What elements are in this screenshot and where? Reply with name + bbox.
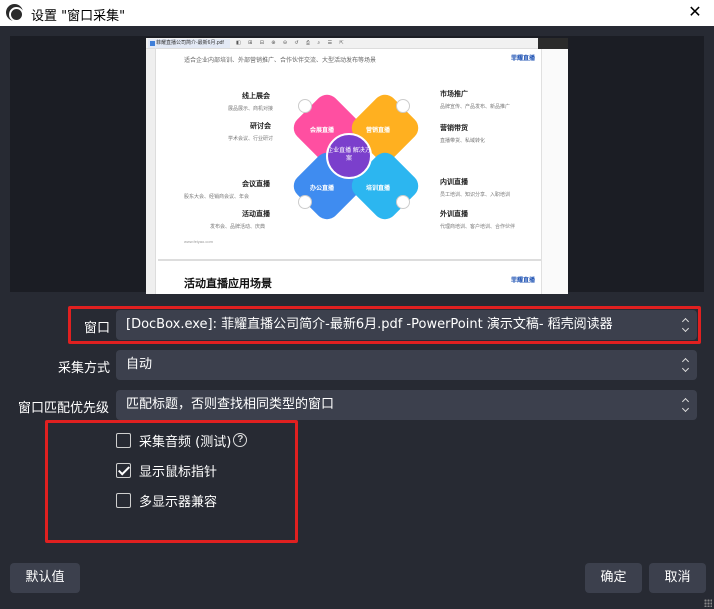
preview-center-label: 企业直播 解决方案 [327,148,371,162]
highlight-box-options [45,420,298,543]
preview-text: 展品展示、商机对接 [228,106,274,112]
preview-mini-icon [298,99,312,113]
obs-logo-icon [6,4,24,22]
updown-arrows-icon [681,397,691,413]
preview-page: 适合企业内部培训、外部营销推广、合作伙伴交流、大型活动发布等场景 菲耀直播 会展… [158,49,541,294]
preview-mini-icon [298,195,312,209]
preview-text: 员工培训、知识分享、入职培训 [440,192,511,198]
petal-label: 办公直播 [309,186,334,192]
preview-toolbar-dark [538,38,568,49]
match-priority-label: 窗口匹配优先级 [18,401,110,416]
preview-page-divider [158,259,541,261]
cancel-button[interactable]: 取消 [649,563,706,593]
preview-text: 学术会议、行业研讨 [228,136,274,142]
window-title: 设置 "窗口采集" [31,9,126,24]
match-priority-value: 匹配标题，否则查找相同类型的窗口 [126,397,335,412]
preview-text: 品牌宣传、产品发布、新品推广 [440,104,511,110]
match-priority-select[interactable]: 匹配标题，否则查找相同类型的窗口 [116,390,697,420]
preview-mini-icon [396,195,410,209]
preview-tab: 菲耀直播公司简介-最新6月.pdf [148,39,230,48]
preview-label: 会议直播 [242,181,270,188]
capture-method-value: 自动 [126,357,153,372]
highlight-box-window [68,306,701,344]
close-icon[interactable]: ✕ [682,0,708,26]
window-preview: 菲耀直播公司简介-最新6月.pdf ◧ ⊞ ⊟ ⊕ ⊖ ↺ ⎙ ⌕ ☰ ⇱ 适合… [146,38,568,294]
preview-toolbar-buttons: ◧ ⊞ ⊟ ⊕ ⊖ ↺ ⎙ ⌕ ☰ ⇱ [236,40,347,46]
preview-label: 线上展会 [242,93,270,100]
preview-text: 代理商培训、客户培训、合作伙伴 [440,224,516,230]
petal-label: 营销直播 [365,128,390,134]
updown-arrows-icon [681,357,691,373]
preview-label: 活动直播 [242,211,270,218]
title-bar: 设置 "窗口采集" ✕ [0,0,714,26]
defaults-button[interactable]: 默认值 [10,563,80,593]
capture-method-select[interactable]: 自动 [116,350,697,380]
preview-toolbar: 菲耀直播公司简介-最新6月.pdf ◧ ⊞ ⊟ ⊕ ⊖ ↺ ⎙ ⌕ ☰ ⇱ [146,38,568,49]
preview-label: 研讨会 [250,123,271,130]
preview-section-title: 活动直播应用场景 [184,277,272,290]
preview-sidebar [146,49,156,294]
preview-text: 发布会、品牌活动、庆典 [210,224,266,230]
capture-method-label: 采集方式 [58,361,111,376]
preview-page-header: 适合企业内部培训、外部营销推广、合作伙伴交流、大型活动发布等场景 [184,58,377,64]
preview-label: 营销带货 [440,125,468,132]
ok-button[interactable]: 确定 [585,563,642,593]
preview-text: 股东大会、经销商会议、年会 [184,194,250,200]
preview-logo: 菲耀直播 [510,56,535,62]
preview-scrollbar [541,49,568,294]
preview-site: www.feiyao.com [184,239,213,244]
preview-text: 直播带货、私域转化 [440,138,486,144]
resize-grip-icon[interactable] [704,599,712,607]
preview-label: 外训直播 [440,211,468,218]
preview-label: 内训直播 [440,179,468,186]
petal-label: 培训直播 [365,186,390,192]
petal-label: 会展直播 [309,128,334,134]
preview-label: 市场推广 [440,91,468,98]
preview-mini-icon [396,99,410,113]
preview-logo: 菲耀直播 [510,278,535,284]
